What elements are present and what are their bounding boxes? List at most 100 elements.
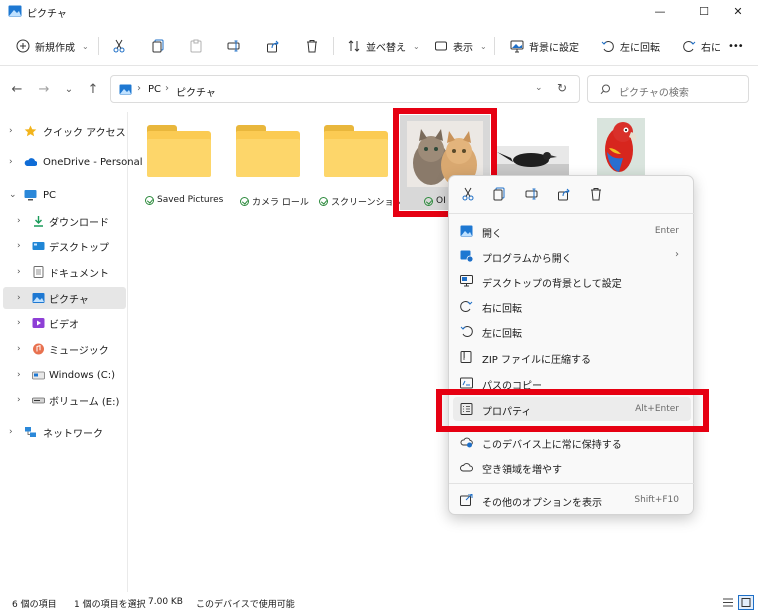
rename-icon[interactable] — [525, 187, 539, 201]
rotate-left-label: 左に回転 — [620, 42, 660, 54]
keep-device-icon — [460, 437, 473, 448]
sync-ok-icon — [240, 197, 249, 206]
file-tile-parrot[interactable] — [597, 118, 645, 179]
new-button[interactable]: 新規作成 ⌄ — [16, 35, 89, 57]
cut-icon[interactable] — [461, 187, 475, 201]
menu-item-label: 空き領域を増やす — [482, 465, 562, 476]
menu-item-open-with[interactable]: プログラムから開く › — [453, 244, 691, 268]
expand-chevron-icon[interactable]: › — [17, 318, 21, 328]
copy-icon — [152, 39, 164, 53]
forward-button[interactable]: → — [34, 79, 54, 99]
rename-icon — [227, 40, 240, 52]
menu-item-label: このデバイス上に常に保持する — [482, 440, 622, 451]
sidebar-item-quick-access[interactable]: › クイック アクセス — [3, 120, 126, 142]
copy-icon[interactable] — [492, 187, 506, 201]
sidebar-item-documents[interactable]: › ドキュメント — [3, 261, 126, 283]
menu-item-label: 右に回転 — [482, 304, 522, 315]
sidebar-item-volume-e[interactable]: › ボリューム (E:) — [3, 389, 126, 411]
minimize-button[interactable]: — — [640, 0, 680, 22]
expand-chevron-icon[interactable]: › — [17, 344, 21, 354]
sidebar-item-pictures[interactable]: › ピクチャ — [3, 287, 126, 309]
expand-chevron-icon[interactable]: › — [17, 370, 21, 380]
wallpaper-icon — [460, 275, 473, 287]
menu-item-always-keep-on-device[interactable]: このデバイス上に常に保持する — [453, 430, 691, 454]
more-options-icon — [460, 494, 473, 506]
expand-chevron-icon[interactable]: › — [9, 427, 13, 437]
sidebar-item-label: ビデオ — [49, 319, 79, 331]
menu-separator — [449, 483, 695, 484]
set-background-button[interactable]: 背景に設定 — [510, 35, 579, 57]
title-bar: ピクチャ — ☐ ✕ — [0, 0, 758, 25]
share-icon[interactable] — [557, 187, 571, 201]
search-input[interactable]: ピクチャの検索 — [619, 84, 689, 99]
wallpaper-icon — [510, 40, 524, 53]
trash-icon[interactable] — [589, 187, 603, 201]
menu-item-set-desktop-background[interactable]: デスクトップの背景として設定 — [453, 269, 691, 293]
toolbar-divider — [333, 37, 334, 55]
address-dropdown-icon[interactable]: ⌄ — [535, 83, 543, 93]
details-view-icon[interactable] — [722, 597, 734, 608]
expand-chevron-icon[interactable]: › — [17, 395, 21, 405]
expand-chevron-icon[interactable]: › — [17, 267, 21, 277]
expand-chevron-icon[interactable]: › — [17, 216, 21, 226]
sidebar-item-pc[interactable]: ⌄ PC — [3, 184, 126, 206]
large-icons-view-icon[interactable] — [738, 595, 754, 610]
pictures-app-icon — [8, 5, 22, 17]
sidebar-item-drive-c[interactable]: › Windows (C:) — [3, 364, 126, 386]
collapse-chevron-icon[interactable]: ⌄ — [9, 190, 17, 200]
recent-locations-button[interactable]: ⌄ — [59, 79, 79, 99]
expand-chevron-icon[interactable]: › — [9, 157, 13, 167]
refresh-button[interactable]: ↻ — [557, 81, 567, 95]
rotate-left-icon — [460, 326, 473, 337]
sort-icon — [348, 40, 360, 52]
menu-item-free-up-space[interactable]: 空き領域を増やす — [453, 455, 691, 479]
view-icon — [435, 41, 447, 51]
up-button[interactable]: ↑ — [83, 79, 103, 99]
pictures-icon — [119, 84, 132, 95]
pc-icon — [24, 190, 37, 201]
sidebar-item-videos[interactable]: › ビデオ — [3, 312, 126, 334]
sidebar-item-onedrive[interactable]: › OneDrive - Personal — [3, 151, 143, 173]
close-button[interactable]: ✕ — [718, 0, 758, 22]
menu-item-rotate-left[interactable]: 左に回転 — [453, 319, 691, 343]
menu-item-rotate-right[interactable]: 右に回転 — [453, 294, 691, 318]
download-icon — [34, 216, 43, 227]
view-button[interactable]: 表示 ⌄ — [434, 35, 487, 57]
sidebar-item-downloads[interactable]: › ダウンロード — [3, 210, 126, 232]
expand-chevron-icon[interactable]: › — [17, 241, 21, 251]
sidebar-item-desktop[interactable]: › デスクトップ — [3, 235, 126, 257]
paste-icon — [190, 39, 202, 53]
back-button[interactable]: ← — [7, 79, 27, 99]
delete-button[interactable] — [305, 35, 319, 57]
more-button[interactable]: ••• — [728, 35, 744, 57]
breadcrumb-pc[interactable]: PC — [148, 84, 161, 95]
paste-button[interactable] — [189, 35, 203, 57]
file-label: Saved Pictures — [157, 195, 224, 205]
toolbar-divider — [494, 37, 495, 55]
expand-chevron-icon[interactable]: › — [17, 293, 21, 303]
menu-item-compress-zip[interactable]: ZIP ファイルに圧縮する — [453, 345, 691, 369]
search-box[interactable]: ピクチャの検索 — [587, 75, 749, 103]
sort-button[interactable]: 並べ替え ⌄ — [347, 35, 420, 57]
menu-item-open[interactable]: 開く Enter — [453, 219, 691, 243]
navigation-bar: ← → ⌄ ↑ › PC › ピクチャ ⌄ ↻ ピクチャの検索 — [0, 72, 758, 106]
status-item-count: 6 個の項目 — [12, 600, 57, 610]
rotate-right-icon — [683, 41, 696, 52]
cloud-icon — [24, 158, 37, 166]
parrot-thumbnail — [597, 118, 645, 176]
rotate-right-button[interactable]: 右に — [682, 35, 721, 57]
sidebar-item-music[interactable]: › ミュージック — [3, 338, 126, 360]
menu-item-show-more-options[interactable]: その他のオプションを表示 Shift+F10 — [453, 488, 691, 512]
share-button[interactable] — [266, 35, 280, 57]
address-bar[interactable]: › PC › ピクチャ ⌄ ↻ — [110, 75, 580, 103]
rotate-left-button[interactable]: 左に回転 — [601, 35, 660, 57]
trash-icon — [307, 40, 317, 53]
folder-icon — [322, 125, 390, 179]
rename-button[interactable] — [227, 35, 241, 57]
sidebar-item-network[interactable]: › ネットワーク — [3, 421, 126, 443]
copy-button[interactable] — [151, 35, 165, 57]
cut-button[interactable] — [112, 35, 126, 57]
expand-chevron-icon[interactable]: › — [9, 126, 13, 136]
breadcrumb-pictures[interactable]: ピクチャ — [176, 84, 216, 99]
sidebar-item-label: デスクトップ — [49, 242, 109, 254]
